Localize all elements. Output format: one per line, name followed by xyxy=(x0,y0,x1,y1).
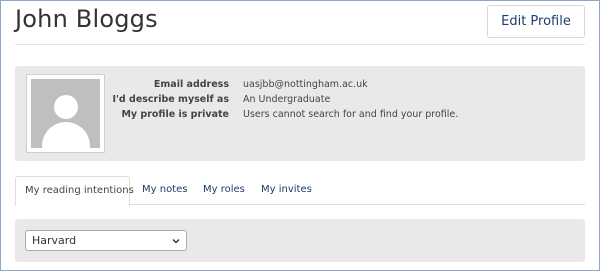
privacy-value: Users cannot search for and find your pr… xyxy=(243,109,459,120)
description-label: I'd describe myself as xyxy=(112,94,229,105)
profile-tabs: My reading intentions My notes My roles … xyxy=(15,176,585,206)
tab-my-notes[interactable]: My notes xyxy=(142,176,187,205)
page-title: John Bloggs xyxy=(15,5,158,33)
avatar-body-shape xyxy=(41,122,90,148)
edit-profile-button[interactable]: Edit Profile xyxy=(487,5,585,38)
description-value: An Undergraduate xyxy=(243,94,331,105)
citation-style-value: Harvard xyxy=(32,234,77,247)
privacy-label: My profile is private xyxy=(121,109,229,120)
profile-panel: Email address uasjbb@nottingham.ac.uk I'… xyxy=(15,66,585,161)
tab-my-roles[interactable]: My roles xyxy=(203,176,245,205)
chevron-down-icon xyxy=(172,239,180,244)
email-value: uasjbb@nottingham.ac.uk xyxy=(243,79,368,90)
email-label: Email address xyxy=(153,79,229,90)
detail-row-description: I'd describe myself as An Undergraduate xyxy=(15,92,585,107)
title-divider xyxy=(15,44,585,45)
tab-my-invites[interactable]: My invites xyxy=(261,176,312,205)
citation-style-select[interactable]: Harvard xyxy=(25,230,187,251)
reading-intentions-panel: Harvard xyxy=(15,219,585,262)
detail-row-privacy: My profile is private Users cannot searc… xyxy=(15,107,585,122)
detail-row-email: Email address uasjbb@nottingham.ac.uk xyxy=(15,77,585,92)
tab-reading-intentions[interactable]: My reading intentions xyxy=(15,176,134,206)
